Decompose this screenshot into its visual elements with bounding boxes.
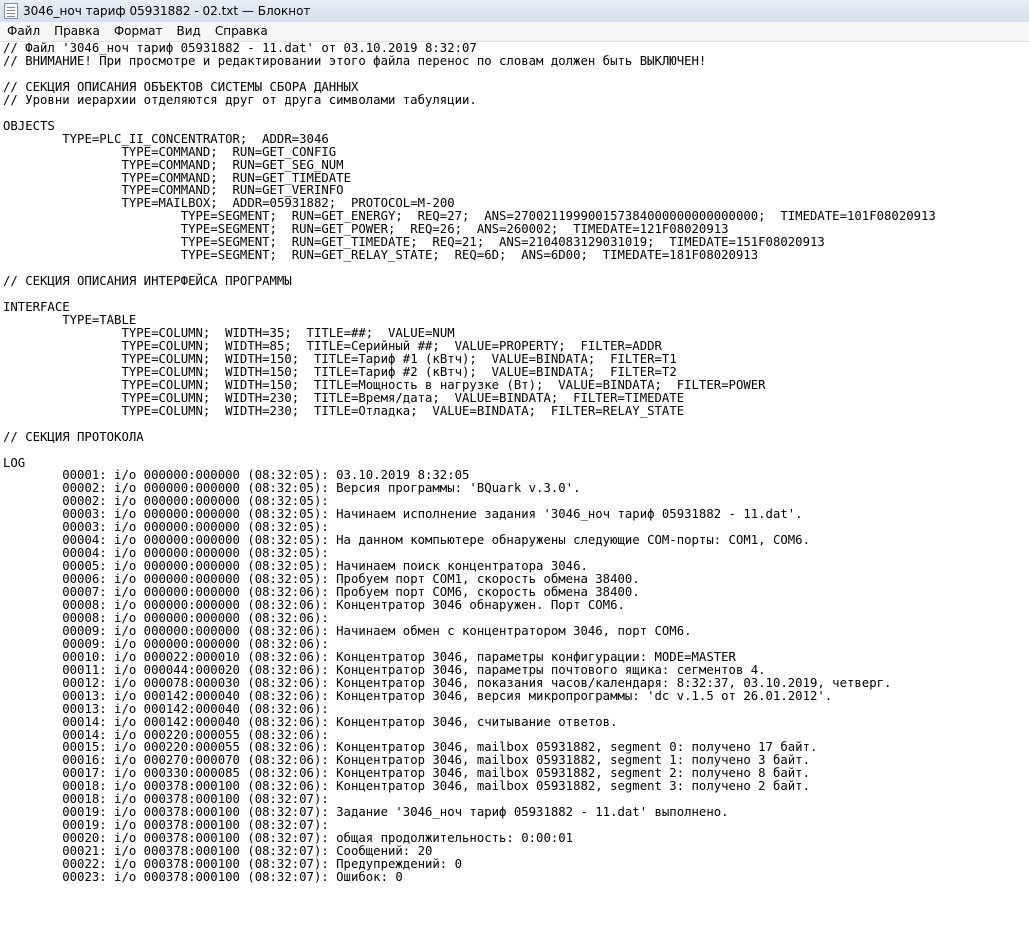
menu-edit[interactable]: Правка (47, 22, 107, 41)
window-title: 3046_ноч тариф 05931882 - 02.txt — Блокн… (23, 4, 311, 18)
menu-bar: Файл Правка Формат Вид Справка (0, 22, 1029, 42)
notepad-icon (4, 3, 18, 19)
title-bar[interactable]: 3046_ноч тариф 05931882 - 02.txt — Блокн… (0, 0, 1029, 23)
text-editor-area[interactable]: // Файл '3046_ноч тариф 05931882 - 11.da… (0, 42, 1029, 950)
menu-help[interactable]: Справка (208, 22, 275, 41)
menu-format[interactable]: Формат (107, 22, 170, 41)
menu-file[interactable]: Файл (0, 22, 47, 41)
menu-view[interactable]: Вид (170, 22, 208, 41)
document-text[interactable]: // Файл '3046_ноч тариф 05931882 - 11.da… (0, 42, 1029, 884)
